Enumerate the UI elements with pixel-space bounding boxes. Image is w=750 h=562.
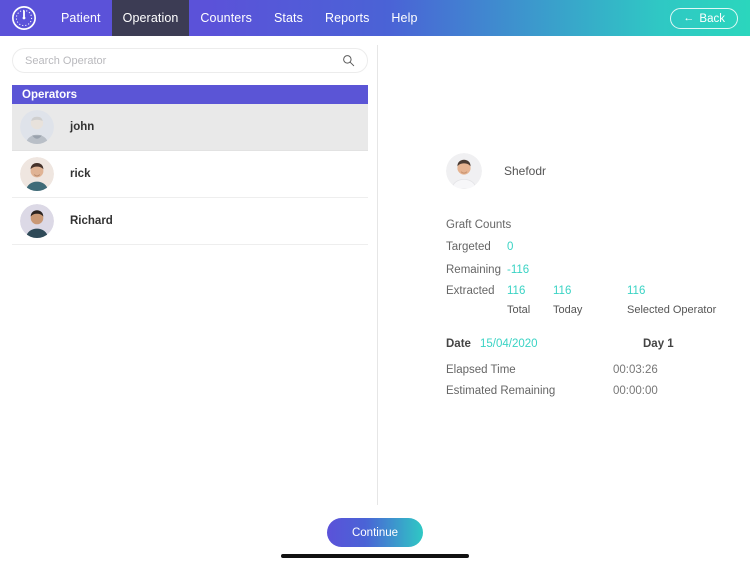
nav-item-reports[interactable]: Reports: [314, 0, 380, 36]
graft-counts-title: Graft Counts: [446, 219, 512, 231]
continue-button[interactable]: Continue: [327, 518, 423, 547]
nav-item-label: Reports: [324, 11, 370, 25]
column-header-selected-operator: Selected Operator: [627, 304, 717, 316]
list-item-label: Richard: [70, 215, 113, 227]
date-value[interactable]: 15/04/2020: [480, 338, 538, 350]
day-value: Day 1: [643, 338, 674, 350]
operators-list-header-label: Operators: [22, 88, 77, 101]
nav-item-label: Stats: [273, 11, 303, 25]
elapsed-time-value: 00:03:26: [613, 364, 658, 376]
value-extracted-selected-operator: 116: [627, 285, 646, 297]
avatar: [20, 110, 54, 144]
operators-list: john rick Richard: [12, 104, 368, 245]
list-item[interactable]: Richard: [12, 198, 368, 245]
list-item-label: john: [70, 121, 95, 133]
operators-panel: Operators john: [0, 36, 377, 562]
operation-screen: Patient Operation Counters Stats Reports…: [0, 0, 750, 562]
avatar: [20, 157, 54, 191]
top-navbar: Patient Operation Counters Stats Reports…: [0, 0, 750, 36]
operation-detail-panel: Shefodr Graft Counts Targeted 0 Remainin…: [378, 36, 750, 562]
date-label: Date: [446, 338, 471, 350]
list-item[interactable]: rick: [12, 151, 368, 198]
estimated-remaining-label: Estimated Remaining: [446, 385, 556, 397]
search-bar[interactable]: [12, 48, 368, 73]
value-targeted-total: 0: [507, 241, 514, 253]
back-button-label: Back: [699, 12, 725, 25]
nav-item-label: Counters: [200, 11, 252, 25]
nav-item-stats[interactable]: Stats: [263, 0, 314, 36]
row-label-targeted: Targeted: [446, 241, 491, 253]
value-extracted-today: 116: [553, 285, 572, 297]
value-extracted-total: 116: [507, 285, 526, 297]
profile-name: Shefodr: [504, 164, 547, 178]
list-item[interactable]: john: [12, 104, 368, 151]
nav-item-patient[interactable]: Patient: [50, 0, 112, 36]
selected-profile: Shefodr: [446, 153, 546, 189]
nav-item-label: Patient: [61, 11, 101, 25]
nav-item-label: Operation: [122, 11, 179, 25]
list-item-label: rick: [70, 168, 91, 180]
home-indicator: [281, 554, 469, 558]
row-label-extracted: Extracted: [446, 285, 495, 297]
arrow-left-icon: ←: [683, 12, 695, 24]
column-header-total: Total: [507, 304, 531, 316]
avatar: [20, 204, 54, 238]
nav-item-help[interactable]: Help: [380, 0, 428, 36]
operators-list-header: Operators: [12, 85, 368, 104]
value-remaining-total: -116: [507, 264, 530, 276]
estimated-remaining-value: 00:00:00: [613, 385, 658, 397]
nav-item-operation[interactable]: Operation: [111, 0, 190, 36]
back-button[interactable]: ← Back: [670, 8, 738, 29]
elapsed-time-label: Elapsed Time: [446, 364, 516, 376]
avatar: [446, 153, 482, 189]
nav-items: Patient Operation Counters Stats Reports…: [50, 0, 429, 36]
nav-item-label: Help: [391, 11, 418, 25]
row-label-remaining: Remaining: [446, 264, 501, 276]
column-header-today: Today: [553, 304, 583, 316]
gauge-logo-icon: [6, 0, 42, 36]
search-input[interactable]: [25, 54, 342, 67]
nav-item-counters[interactable]: Counters: [189, 0, 263, 36]
search-icon[interactable]: [342, 54, 355, 67]
